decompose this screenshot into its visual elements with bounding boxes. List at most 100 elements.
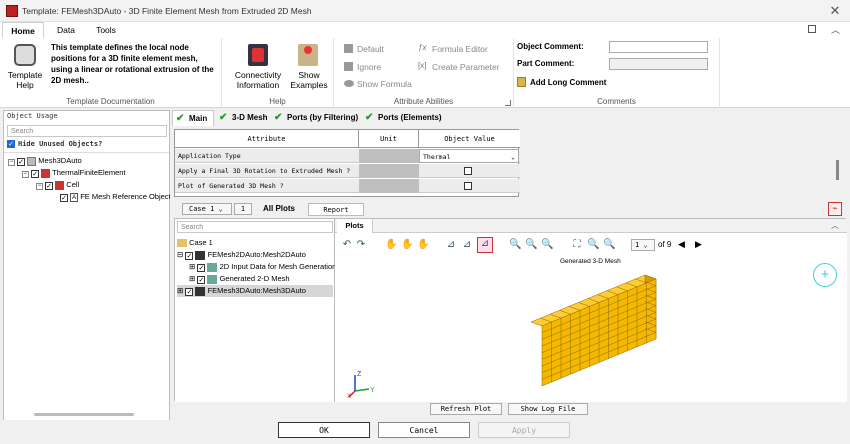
- dialog-buttons: OK Cancel Apply: [0, 420, 850, 444]
- plot-pane: Search Case 1 ⊟ ✓ FEMesh2DAuto:Mesh2DAut…: [174, 218, 847, 402]
- zoom-plus-icon[interactable]: 🔍: [587, 239, 599, 251]
- axes-scale-icon[interactable]: ⊿: [461, 239, 473, 251]
- case-bar: Case 1 ⌄ 1 All Plots Report Tables ⌁: [174, 201, 846, 226]
- tree-item-cell[interactable]: − ✓ Cell: [36, 180, 79, 190]
- part-comment-input[interactable]: [609, 58, 708, 70]
- redo-icon[interactable]: ↷: [355, 239, 367, 251]
- ribbon-collapse-icon[interactable]: ︿: [831, 23, 840, 36]
- plot-options-icon[interactable]: ⌁: [828, 202, 842, 216]
- template-description: This template defines the local node posi…: [51, 43, 214, 85]
- tree-item-thermal-finite-element[interactable]: − ✓ ThermalFiniteElement: [22, 168, 126, 178]
- cancel-button[interactable]: Cancel: [378, 422, 470, 438]
- page-select[interactable]: 1 ⌄: [631, 239, 655, 251]
- axes-triad-icon: Z Y X: [347, 371, 375, 399]
- formula-editor-button[interactable]: Formula Editor: [432, 44, 488, 54]
- main-tabs: ✔ Main ✔ 3-D Mesh ✔ Ports (by Filtering) ✔ P…: [172, 110, 848, 126]
- template-help-icon[interactable]: [14, 44, 36, 66]
- ignore-button[interactable]: Ignore: [357, 62, 381, 72]
- ignore-icon: [344, 62, 353, 71]
- zoom-icon[interactable]: 🔍: [509, 239, 521, 251]
- axes-icon[interactable]: ⊿: [445, 239, 457, 251]
- report-tables-tab[interactable]: Report Tables: [308, 203, 364, 226]
- vertical-scrollbar[interactable]: [836, 160, 839, 180]
- plot-tree-case[interactable]: Case 1: [177, 238, 213, 248]
- tab-main[interactable]: ✔ Main: [172, 110, 214, 126]
- window-restore-icon[interactable]: [808, 25, 816, 33]
- case-select[interactable]: Case 1 ⌄: [182, 203, 232, 215]
- table-row: Plot of Generated 3D Mesh ?: [175, 179, 520, 193]
- connectivity-icon[interactable]: [248, 44, 268, 66]
- attribute-name: Application Type: [178, 152, 241, 160]
- tab-ports-filtering[interactable]: ✔ Ports (by Filtering): [271, 110, 366, 126]
- show-examples-button[interactable]: Show Examples: [288, 70, 330, 90]
- plots-tab[interactable]: Plots: [337, 219, 373, 233]
- ribbon: Template Help This template defines the l…: [0, 38, 850, 108]
- mesh-3d-plot: [530, 274, 657, 387]
- panel-title: Object Usage: [7, 112, 58, 120]
- create-parameter-button[interactable]: Create Parameter: [432, 62, 500, 72]
- column-header-object-value: Object Value: [419, 130, 520, 148]
- show-formula-button[interactable]: Show Formula: [357, 79, 412, 89]
- case-number-input[interactable]: 1: [234, 203, 252, 215]
- tab-data[interactable]: Data: [48, 22, 84, 38]
- dialog-launcher-icon[interactable]: [505, 100, 511, 106]
- apply-rotation-checkbox[interactable]: [464, 167, 472, 175]
- zoom-out-icon[interactable]: 🔍: [541, 239, 553, 251]
- add-plot-icon[interactable]: +: [813, 263, 837, 287]
- collapse-icon[interactable]: ︿: [831, 220, 839, 231]
- default-button[interactable]: Default: [357, 44, 384, 54]
- plots-tabbar: Plots ︿: [335, 219, 847, 233]
- tree-item-mesh3dauto[interactable]: − ✓ Mesh3DAuto: [8, 156, 82, 166]
- table-row: Application Type Thermal ⌄: [175, 149, 520, 163]
- plot-3d-mesh-checkbox[interactable]: [464, 182, 472, 190]
- hide-unused-checkbox[interactable]: ✓: [7, 140, 15, 148]
- ribbon-tabs: Home Data Tools ︿: [0, 22, 850, 38]
- previous-page-icon[interactable]: ◀: [678, 239, 685, 250]
- horizontal-scrollbar[interactable]: [34, 413, 134, 416]
- fit-icon[interactable]: ⛶: [571, 239, 583, 251]
- object-comment-label: Object Comment:: [517, 42, 584, 51]
- plot-search-input[interactable]: Search: [177, 221, 333, 233]
- all-plots-tab[interactable]: All Plots: [263, 204, 295, 213]
- plot-tree-generated-2d-mesh[interactable]: ⊞ ✓ Generated 2-D Mesh: [189, 274, 290, 284]
- ok-button[interactable]: OK: [278, 422, 370, 438]
- tab-tools[interactable]: Tools: [88, 22, 124, 38]
- plot-tree-femesh2dauto[interactable]: ⊟ ✓ FEMesh2DAuto:Mesh2DAuto: [177, 250, 306, 260]
- app-icon: [6, 5, 18, 17]
- pan-y-icon[interactable]: ✋: [417, 239, 429, 251]
- undo-icon[interactable]: ↶: [341, 239, 353, 251]
- zoom-minus-icon[interactable]: 🔍: [603, 239, 615, 251]
- template-help-button[interactable]: Template Help: [4, 70, 46, 90]
- pan-icon[interactable]: ✋: [385, 239, 397, 251]
- chevron-down-icon: ⌄: [511, 153, 515, 161]
- tab-home[interactable]: Home: [2, 22, 44, 38]
- apply-button[interactable]: Apply: [478, 422, 570, 438]
- application-type-select[interactable]: Thermal ⌄: [419, 149, 519, 163]
- next-page-icon[interactable]: ▶: [695, 239, 702, 250]
- close-icon[interactable]: ✕: [826, 3, 844, 19]
- refresh-plot-button[interactable]: Refresh Plot: [430, 403, 502, 415]
- tab-3d-mesh[interactable]: ✔ 3-D Mesh: [216, 110, 271, 126]
- unit-cell: [359, 149, 419, 163]
- table-row: Apply a Final 3D Rotation to Extruded Me…: [175, 164, 520, 178]
- add-long-comment-button[interactable]: Add Long Comment: [530, 78, 606, 87]
- object-comment-input[interactable]: [609, 41, 708, 53]
- part-comment-label: Part Comment:: [517, 59, 575, 68]
- plot-tree-input-data[interactable]: ⊞ ✓ 2D Input Data for Mesh Generation: [189, 262, 336, 272]
- window-title: Template: FEMesh3DAuto - 3D Finite Eleme…: [22, 6, 312, 16]
- pan-x-icon[interactable]: ✋: [401, 239, 413, 251]
- object-search-input[interactable]: Search: [7, 125, 167, 137]
- unit-cell: [359, 164, 419, 178]
- axes-fit-icon[interactable]: ⊿: [477, 237, 493, 253]
- connectivity-information-button[interactable]: Connectivity Information: [230, 70, 286, 90]
- show-log-file-button[interactable]: Show Log File: [508, 403, 588, 415]
- tree-item-fe-mesh-reference[interactable]: ✓ A FE Mesh Reference Object: [60, 192, 170, 202]
- unit-cell: [359, 179, 419, 193]
- svg-text:Y: Y: [370, 387, 375, 394]
- attribute-table: Attribute Unit Object Value Application …: [174, 129, 520, 197]
- hide-unused-label: Hide Unused Objects?: [18, 140, 103, 148]
- tab-ports-elements[interactable]: ✔ Ports (Elements): [362, 110, 452, 126]
- show-examples-icon[interactable]: [298, 44, 318, 66]
- zoom-in-icon[interactable]: 🔍: [525, 239, 537, 251]
- plot-tree-femesh3dauto[interactable]: ⊞ ✓ FEMesh3DAuto:Mesh3DAuto: [177, 285, 333, 297]
